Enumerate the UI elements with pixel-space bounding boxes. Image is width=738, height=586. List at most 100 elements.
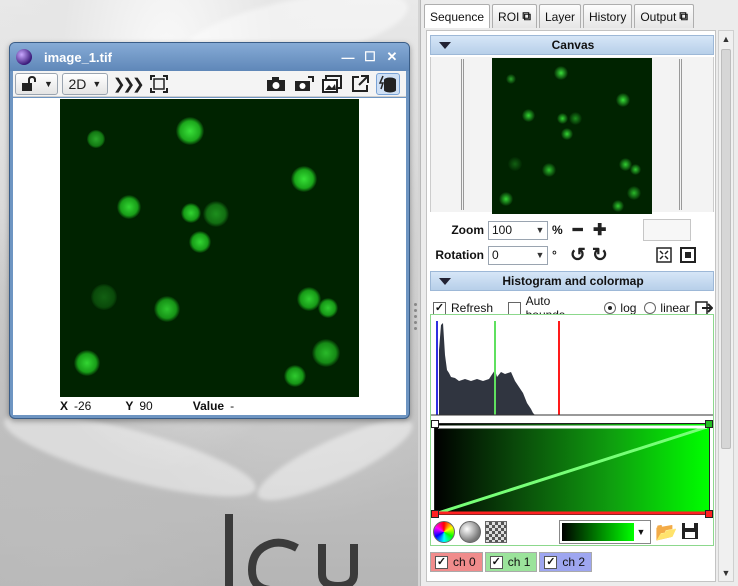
gallery-button[interactable] xyxy=(320,73,344,95)
radio-selected[interactable] xyxy=(604,302,617,314)
channel-tab-0[interactable]: ✓ ch 0 xyxy=(430,552,483,572)
channel-tab-2[interactable]: ✓ ch 2 xyxy=(539,552,593,572)
rotate-left-icon[interactable]: ↺ xyxy=(567,245,589,266)
zoom-combo[interactable]: 100 ▼ xyxy=(488,220,548,240)
center-square-icon xyxy=(679,247,696,263)
color-handle-left[interactable] xyxy=(431,510,439,518)
screenshot-button[interactable] xyxy=(264,73,288,95)
linear-radio[interactable]: linear xyxy=(644,301,690,315)
zoom-unit: % xyxy=(552,223,563,237)
rotation-unit: ° xyxy=(552,248,557,262)
tab-history[interactable]: History xyxy=(583,4,633,28)
value-label: Value xyxy=(192,399,225,413)
colormap-preview xyxy=(562,523,634,541)
collapse-arrow-icon[interactable] xyxy=(439,41,451,49)
section-title: Canvas xyxy=(551,38,595,52)
canvas-preview-image[interactable] xyxy=(492,58,652,214)
external-link-icon[interactable]: ⧉ xyxy=(679,9,688,24)
zoom-out-button[interactable]: ━ xyxy=(567,220,589,240)
sphere-icon[interactable] xyxy=(459,521,481,543)
histogram-chart[interactable] xyxy=(431,315,713,419)
rotate-right-icon[interactable]: ↻ xyxy=(589,245,611,266)
image-viewer[interactable]: X -26 Y 90 Value - xyxy=(13,98,406,415)
scroll-down-icon[interactable]: ▼ xyxy=(719,566,733,580)
image-window-titlebar[interactable]: image_1.tif — ☐ ✕ xyxy=(10,43,409,71)
image-window: image_1.tif — ☐ ✕ ▼ 2D ▼ ❯❯❯ X -26 Y 90 … xyxy=(9,42,410,419)
center-canvas-button[interactable] xyxy=(677,245,699,265)
scroll-up-icon[interactable]: ▲ xyxy=(719,32,733,46)
zoom-label: Zoom xyxy=(451,223,484,237)
chevron-down-icon: ▼ xyxy=(92,78,102,89)
external-link-icon xyxy=(352,74,369,92)
screenshot-rendered-button[interactable] xyxy=(292,73,316,95)
inspector-tabs: Sequence ROI ⧉ Layer History Output ⧉ xyxy=(424,4,696,28)
histogram-section-header[interactable]: Histogram and colormap xyxy=(430,271,714,291)
chevron-down-icon: ▼ xyxy=(535,225,545,235)
checkbox-unchecked[interactable] xyxy=(508,301,521,315)
rotation-label: Rotation xyxy=(435,248,484,262)
detach-button[interactable] xyxy=(348,73,372,95)
maximize-icon[interactable]: ☐ xyxy=(359,49,381,65)
cursor-status-bar: X -26 Y 90 Value - xyxy=(13,397,406,415)
log-label: log xyxy=(620,301,637,315)
pixel-value: - xyxy=(230,399,235,413)
tab-label: Layer xyxy=(544,9,575,24)
zoom-row: Zoom 100 ▼ % ━ ✚ xyxy=(430,219,691,241)
colormap-gradient[interactable] xyxy=(431,420,713,518)
linear-label: linear xyxy=(660,301,690,315)
color-handle-right[interactable] xyxy=(705,510,713,518)
fit-view-button[interactable] xyxy=(147,73,171,95)
checkbox-checked[interactable]: ✓ xyxy=(489,555,503,569)
y-label: Y xyxy=(125,399,134,413)
alpha-handle-right[interactable] xyxy=(705,420,713,428)
checkbox-checked[interactable]: ✓ xyxy=(433,301,446,315)
lock-dropdown[interactable]: ▼ xyxy=(15,72,58,95)
zoom-in-button[interactable]: ✚ xyxy=(589,220,611,240)
blank-field xyxy=(642,219,691,241)
view-mode-select[interactable]: 2D ▼ xyxy=(61,72,108,95)
x-value: -26 xyxy=(74,399,92,413)
panel-scrollbar[interactable]: ▲ ▼ xyxy=(718,30,734,582)
log-radio[interactable]: log xyxy=(604,301,636,315)
refresh-checkbox[interactable]: ✓ Refresh xyxy=(433,301,493,315)
image-toolbar: ▼ 2D ▼ ❯❯❯ xyxy=(13,71,406,97)
image-canvas[interactable] xyxy=(60,99,359,397)
tab-roi[interactable]: ROI ⧉ xyxy=(492,4,537,28)
fit-canvas-button[interactable] xyxy=(653,245,675,265)
external-link-icon[interactable]: ⧉ xyxy=(522,9,531,24)
tab-sequence[interactable]: Sequence xyxy=(424,4,491,28)
channel-tab-1[interactable]: ✓ ch 1 xyxy=(484,552,538,572)
collapse-arrow-icon[interactable] xyxy=(439,277,451,285)
database-bolt-icon xyxy=(378,75,396,92)
save-icon[interactable] xyxy=(681,522,699,543)
alpha-handle-left[interactable] xyxy=(431,420,439,428)
tab-label: Sequence xyxy=(430,9,485,24)
window-title: image_1.tif xyxy=(44,49,112,65)
scroll-thumb[interactable] xyxy=(721,49,731,449)
tab-layer[interactable]: Layer xyxy=(538,4,581,28)
channel-label: ch 0 xyxy=(453,555,476,569)
minimize-icon[interactable]: — xyxy=(337,50,359,65)
duplicate-view-button[interactable]: ❯❯❯ xyxy=(112,73,145,95)
checker-icon[interactable] xyxy=(485,521,507,543)
checkbox-checked[interactable]: ✓ xyxy=(435,555,448,569)
channel-tabs: ✓ ch 0 ✓ ch 1 ✓ ch 2 xyxy=(430,552,594,572)
color-wheel-icon[interactable] xyxy=(433,521,455,543)
histogram-colormap-panel[interactable]: ▼ 📂 xyxy=(430,314,714,546)
tab-label: Output xyxy=(640,9,677,24)
canvas-section-header[interactable]: Canvas xyxy=(430,35,714,55)
radio-unselected[interactable] xyxy=(644,302,657,314)
database-button[interactable] xyxy=(376,72,400,95)
colormap-select[interactable]: ▼ xyxy=(559,520,651,544)
open-folder-icon[interactable]: 📂 xyxy=(655,522,677,543)
rotation-combo[interactable]: 0 ▼ xyxy=(488,245,548,265)
close-icon[interactable]: ✕ xyxy=(381,49,403,65)
zoom-value: 100 xyxy=(492,223,513,237)
channel-label: ch 2 xyxy=(562,555,586,569)
checkbox-checked[interactable]: ✓ xyxy=(544,555,558,569)
tab-output[interactable]: Output ⧉ xyxy=(634,4,694,28)
camera-plus-icon xyxy=(295,75,314,91)
chevron-down-icon: ▼ xyxy=(636,527,646,537)
splitter-handle[interactable] xyxy=(414,300,418,330)
icy-logo xyxy=(225,514,358,586)
